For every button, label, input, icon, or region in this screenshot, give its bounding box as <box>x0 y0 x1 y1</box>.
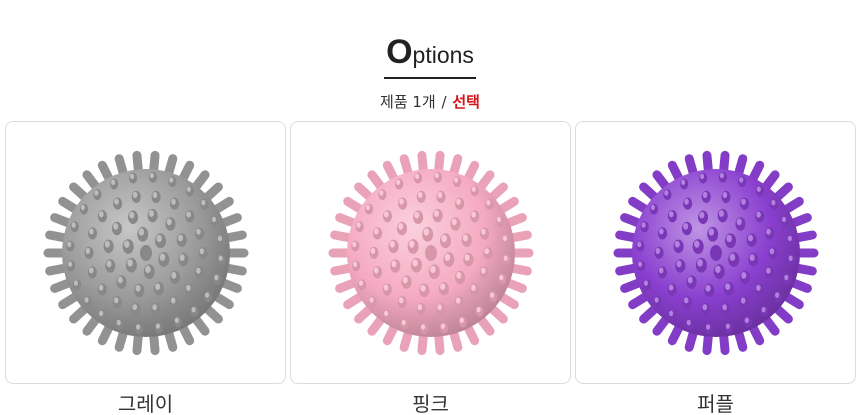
title-initial: O <box>386 33 412 71</box>
purple-spiky-ball-image <box>613 150 818 355</box>
option-card-pink[interactable] <box>290 121 571 384</box>
option-labels: 그레이 핑크 퍼플 <box>5 388 856 415</box>
subtitle-select: 선택 <box>452 93 480 111</box>
subtitle-separator: / <box>441 93 447 111</box>
options-subtitle: 제품 1개 / 선택 <box>0 91 860 112</box>
option-label-pink: 핑크 <box>412 392 449 415</box>
pink-spiky-ball-image <box>328 150 533 355</box>
title-rest: ptions <box>412 42 474 68</box>
options-section: Options 제품 1개 / 선택 그레이 핑크 퍼플 <box>0 0 860 415</box>
option-label-gray: 그레이 <box>117 392 174 415</box>
gray-spiky-ball-image <box>43 150 248 355</box>
option-cards <box>5 121 856 384</box>
options-heading: Options 제품 1개 / 선택 <box>0 34 860 112</box>
options-title: Options <box>384 34 476 79</box>
option-card-gray[interactable] <box>5 121 286 384</box>
option-label-purple: 퍼플 <box>697 392 734 415</box>
option-card-purple[interactable] <box>575 121 856 384</box>
subtitle-prefix: 제품 1개 <box>380 93 436 111</box>
